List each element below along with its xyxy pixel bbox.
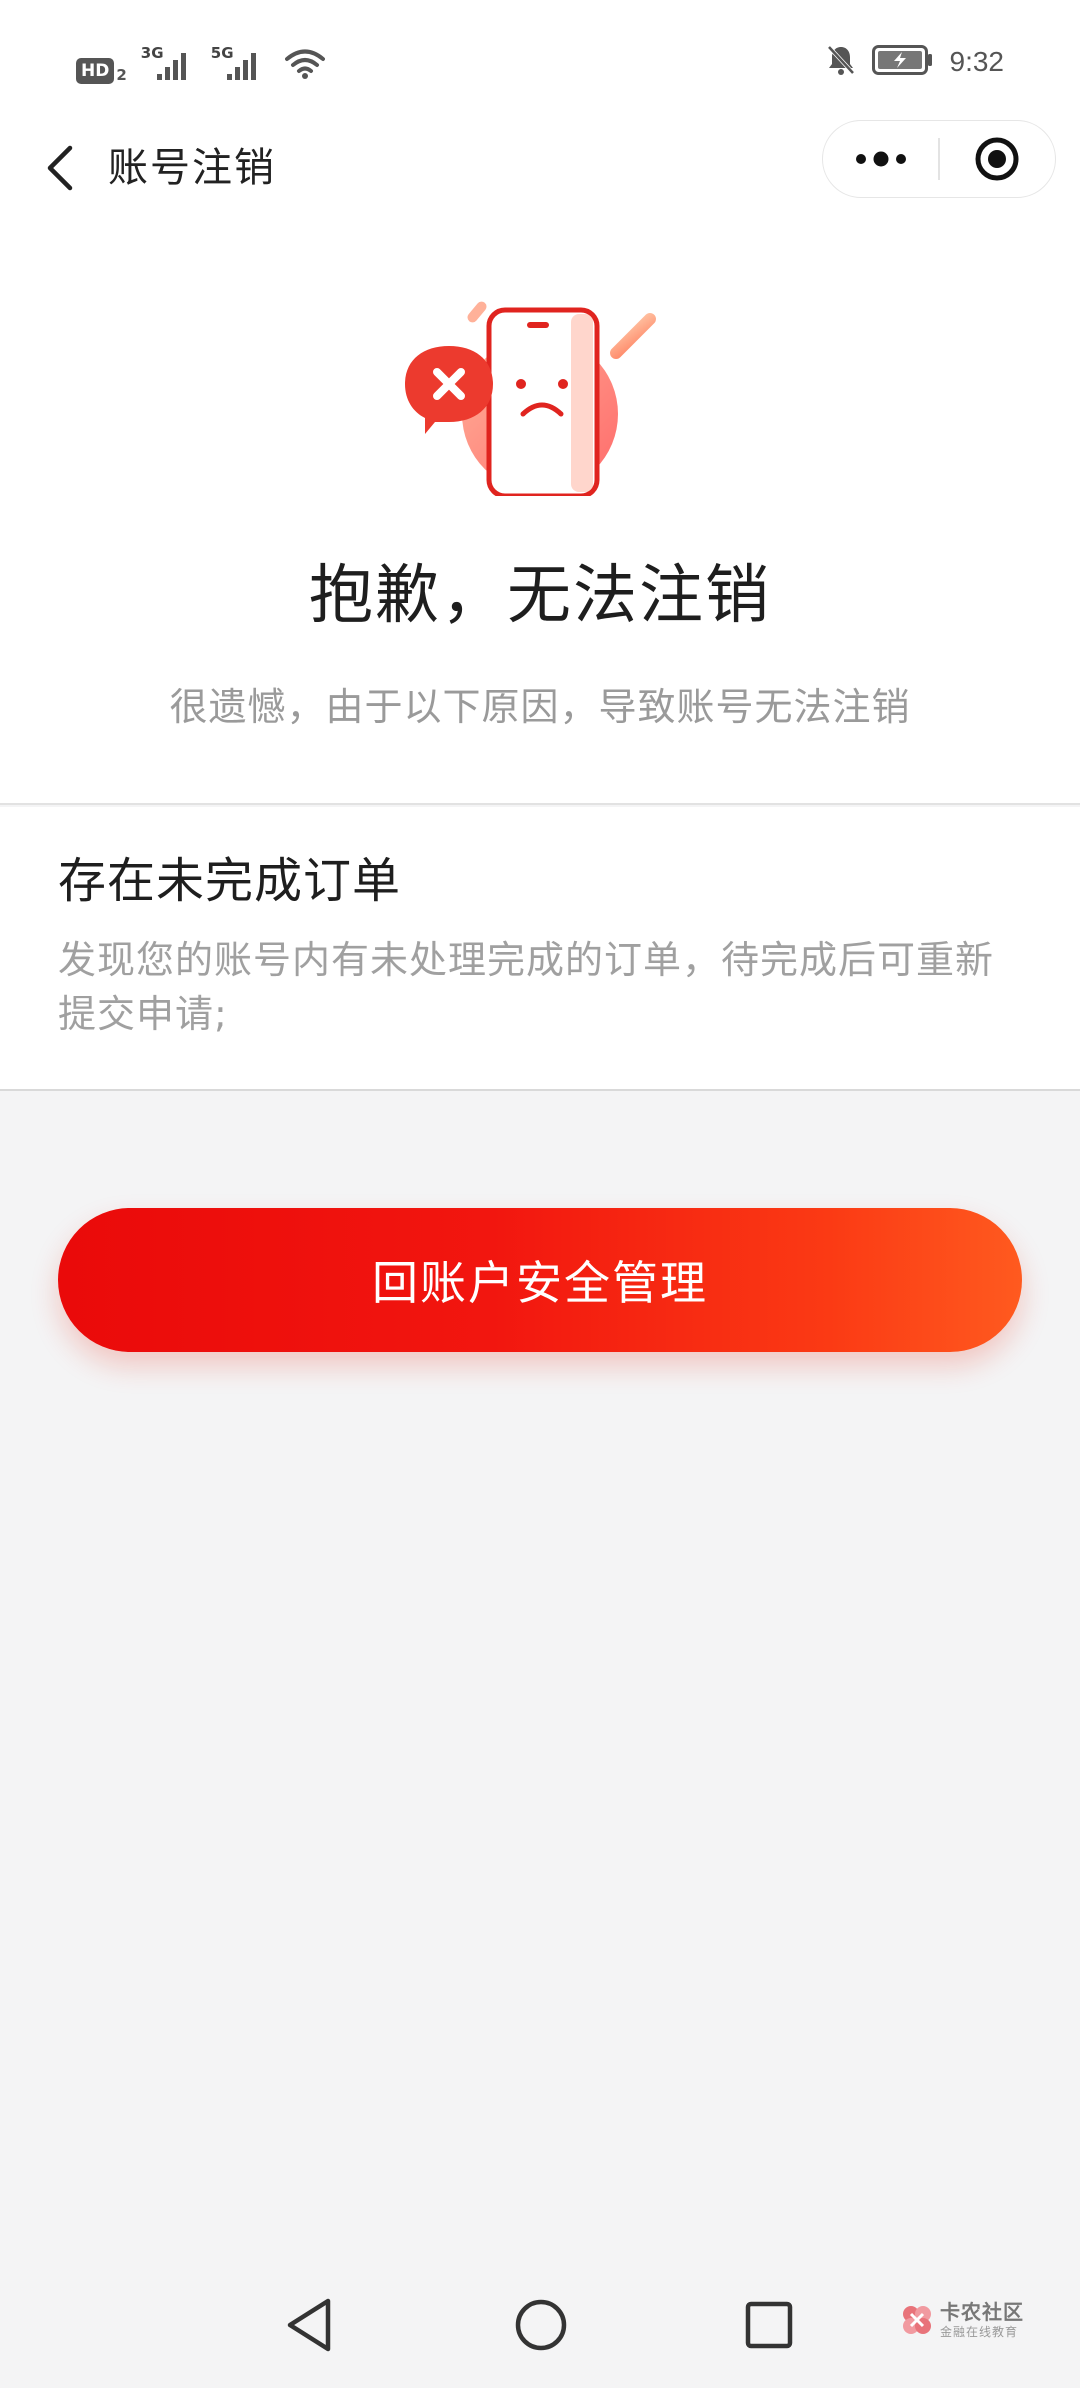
- watermark: 卡农社区 金融在线教育: [900, 2300, 1024, 2340]
- chevron-left-icon: [47, 145, 73, 191]
- status-bar: HD 2 3G 5G 9:32: [0, 0, 1080, 120]
- system-home-button[interactable]: [506, 2290, 576, 2360]
- hd-icon: HD 2: [76, 58, 127, 84]
- watermark-text: 卡农社区 金融在线教育: [940, 2300, 1024, 2340]
- sad-phone-error-icon: [405, 301, 656, 496]
- nav-bar: 账号注销: [0, 120, 1080, 216]
- hd-label: HD: [76, 58, 115, 84]
- home-circle-icon: [515, 2299, 567, 2351]
- back-triangle-icon: [287, 2298, 331, 2352]
- target-close-icon: [975, 137, 1019, 181]
- watermark-logo-icon: [903, 2306, 931, 2334]
- status-bar-left: HD 2 3G 5G: [76, 44, 325, 84]
- account-cancel-page: HD 2 3G 5G 9:32 账号注销 抱歉，无法注销 很遗憾，由于以下原因，…: [0, 0, 1080, 2388]
- more-button[interactable]: [823, 121, 938, 197]
- mini-program-capsule: [822, 120, 1056, 198]
- result-card: 抱歉，无法注销 很遗憾，由于以下原因，导致账号无法注销: [0, 216, 1080, 805]
- back-to-security-button[interactable]: 回账户安全管理: [58, 1208, 1022, 1352]
- close-mini-program-button[interactable]: [940, 121, 1055, 197]
- more-dots-icon: [855, 151, 906, 167]
- watermark-sub: 金融在线教育: [940, 2325, 1019, 2339]
- status-bar-right: 9:32: [826, 44, 1005, 80]
- result-subline: 很遗憾，由于以下原因，导致账号无法注销: [169, 685, 911, 729]
- status-time: 9:32: [949, 46, 1005, 77]
- reason-title: 存在未完成订单: [58, 853, 402, 909]
- page-title: 账号注销: [108, 145, 276, 191]
- battery-charging-icon: [871, 45, 934, 79]
- back-button[interactable]: [30, 138, 90, 198]
- system-back-button[interactable]: [274, 2290, 344, 2360]
- watermark-main: 卡农社区: [940, 2300, 1024, 2324]
- system-recent-button[interactable]: [734, 2290, 804, 2360]
- signal-icon: 3G: [141, 44, 197, 84]
- reason-description: 发现您的账号内有未处理完成的订单，待完成后可重新提交申请;: [58, 938, 995, 1036]
- signal-icon: 5G: [211, 44, 267, 84]
- wifi-icon: [284, 48, 325, 84]
- hd-sub-label: 2: [116, 66, 127, 84]
- result-headline: 抱歉，无法注销: [309, 559, 771, 633]
- recent-square-icon: [745, 2301, 793, 2349]
- reason-card: 存在未完成订单 发现您的账号内有未处理完成的订单，待完成后可重新提交申请;: [0, 807, 1080, 1091]
- mute-bell-icon: [826, 44, 856, 80]
